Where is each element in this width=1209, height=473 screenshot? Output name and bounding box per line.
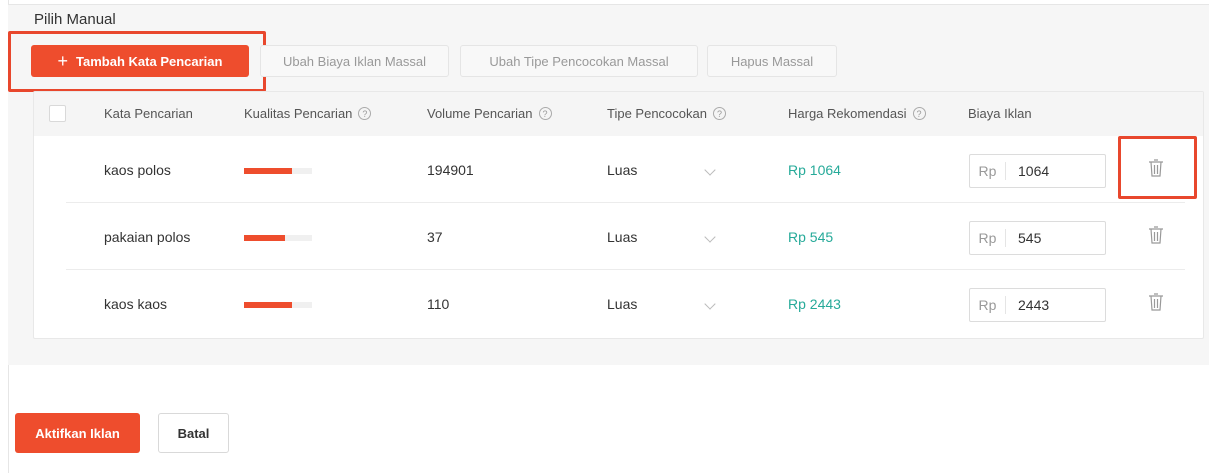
select-all-checkbox[interactable]: [49, 105, 66, 122]
keyword-cell: kaos kaos: [104, 296, 168, 312]
volume-cell: 37: [427, 229, 443, 245]
cancel-button[interactable]: Batal: [158, 413, 229, 453]
table-row: kaos polos 194901 Luas Rp 1064 Rp 1064: [34, 136, 1203, 203]
match-type-value: Luas: [607, 296, 638, 312]
recommended-price: Rp 1064: [788, 162, 841, 178]
bulk-delete-button[interactable]: Hapus Massal: [707, 45, 837, 77]
header-keyword: Kata Pencarian: [104, 106, 193, 121]
help-icon[interactable]: ?: [712, 107, 726, 120]
bulk-bid-button[interactable]: Ubah Biaya Iklan Massal: [260, 45, 449, 77]
table-row: kaos kaos 110 Luas Rp 2443 Rp 2443: [34, 270, 1203, 337]
header-bid: Biaya Iklan: [968, 106, 1032, 121]
bulk-match-type-button[interactable]: Ubah Tipe Pencocokan Massal: [460, 45, 698, 77]
currency-prefix: Rp: [970, 162, 1006, 180]
match-type-select[interactable]: Luas: [607, 296, 722, 316]
bid-input[interactable]: Rp 2443: [969, 288, 1106, 322]
volume-cell: 194901: [427, 162, 474, 178]
trash-icon[interactable]: [1148, 292, 1164, 312]
match-type-select[interactable]: Luas: [607, 162, 722, 182]
manual-keyword-section: Pilih Manual + Tambah Kata Pencarian Uba…: [0, 0, 1209, 473]
bid-value: 1064: [1018, 163, 1050, 179]
table-header: Kata Pencarian Kualitas Pencarian? Volum…: [34, 92, 1203, 136]
keyword-table: Kata Pencarian Kualitas Pencarian? Volum…: [33, 91, 1204, 339]
quality-bar-fill: [244, 168, 292, 174]
header-volume: Volume Pencarian?: [427, 106, 552, 121]
volume-cell: 110: [427, 296, 450, 312]
bid-input[interactable]: Rp 1064: [969, 154, 1106, 188]
delete-highlight: [1118, 136, 1197, 199]
header-quality: Kualitas Pencarian?: [244, 106, 372, 121]
header-match-type: Tipe Pencocokan?: [607, 106, 726, 121]
bid-input[interactable]: Rp 545: [969, 221, 1106, 255]
keyword-cell: pakaian polos: [104, 229, 191, 245]
quality-bar: [244, 302, 312, 308]
quality-bar-fill: [244, 235, 285, 241]
match-type-value: Luas: [607, 229, 638, 245]
add-keyword-highlight: [8, 31, 266, 92]
help-icon[interactable]: ?: [358, 107, 372, 120]
recommended-price: Rp 545: [788, 229, 834, 245]
activate-ad-button[interactable]: Aktifkan Iklan: [15, 413, 140, 453]
help-icon[interactable]: ?: [912, 107, 926, 120]
trash-icon[interactable]: [1148, 225, 1164, 245]
bid-value: 2443: [1018, 297, 1050, 313]
section-title: Pilih Manual: [34, 11, 116, 28]
match-type-value: Luas: [607, 162, 638, 178]
help-icon[interactable]: ?: [538, 107, 552, 120]
recommended-price: Rp 2443: [788, 296, 841, 312]
quality-bar: [244, 235, 312, 241]
currency-prefix: Rp: [970, 229, 1006, 247]
quality-bar-fill: [244, 302, 292, 308]
quality-bar: [244, 168, 312, 174]
match-type-select[interactable]: Luas: [607, 229, 722, 249]
table-row: pakaian polos 37 Luas Rp 545 Rp 545: [34, 203, 1203, 270]
header-recommended-price: Harga Rekomendasi?: [788, 106, 926, 121]
currency-prefix: Rp: [970, 296, 1006, 314]
keyword-cell: kaos polos: [104, 162, 171, 178]
bid-value: 545: [1018, 230, 1042, 246]
